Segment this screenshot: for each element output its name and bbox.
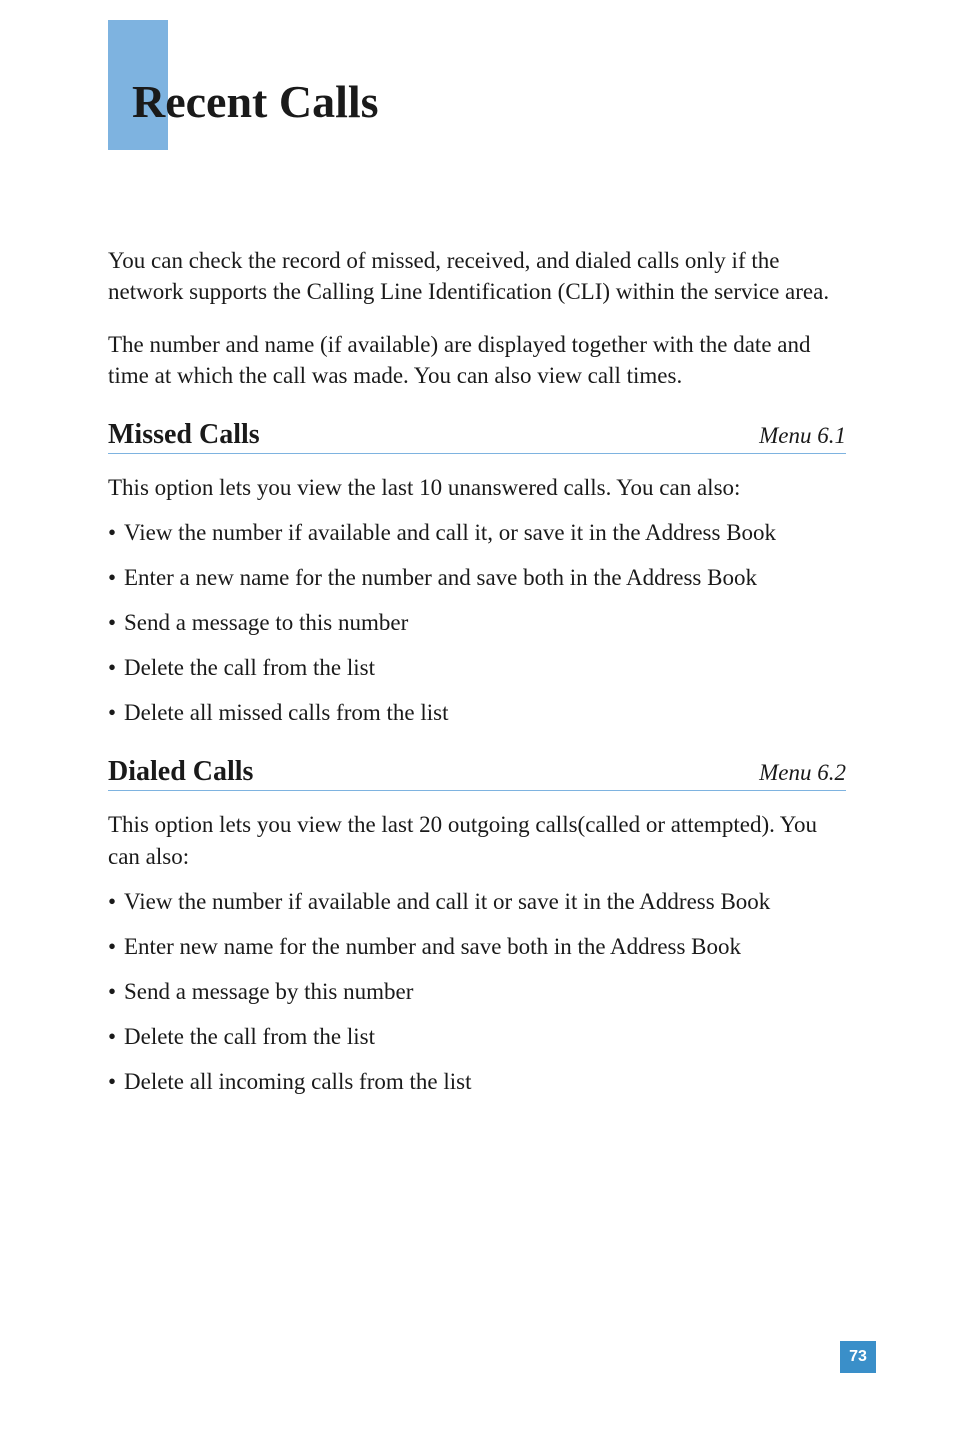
page-content: You can check the record of missed, rece… [108,245,846,1111]
list-item: Enter new name for the number and save b… [108,931,846,962]
intro-paragraph-1: You can check the record of missed, rece… [108,245,846,307]
list-item: View the number if available and call it… [108,517,846,548]
menu-reference: Menu 6.2 [759,760,846,786]
menu-reference: Menu 6.1 [759,423,846,449]
page-number: 73 [849,1348,867,1366]
section-header-dialed-calls: Dialed Calls Menu 6.2 [108,756,846,791]
page-number-box: 73 [840,1341,876,1373]
bullet-list-dialed: View the number if available and call it… [108,886,846,1097]
bullet-list-missed: View the number if available and call it… [108,517,846,728]
list-item: Send a message by this number [108,976,846,1007]
section-title: Dialed Calls [108,756,253,788]
section-header-missed-calls: Missed Calls Menu 6.1 [108,419,846,454]
section-title: Missed Calls [108,419,260,451]
section-intro: This option lets you view the last 20 ou… [108,809,846,871]
list-item: Delete all missed calls from the list [108,697,846,728]
intro-paragraph-2: The number and name (if available) are d… [108,329,846,391]
list-item: Send a message to this number [108,607,846,638]
list-item: Enter a new name for the number and save… [108,562,846,593]
list-item: Delete the call from the list [108,1021,846,1052]
list-item: Delete all incoming calls from the list [108,1066,846,1097]
page-title: Recent Calls [132,75,379,128]
list-item: View the number if available and call it… [108,886,846,917]
section-intro: This option lets you view the last 10 un… [108,472,846,503]
list-item: Delete the call from the list [108,652,846,683]
